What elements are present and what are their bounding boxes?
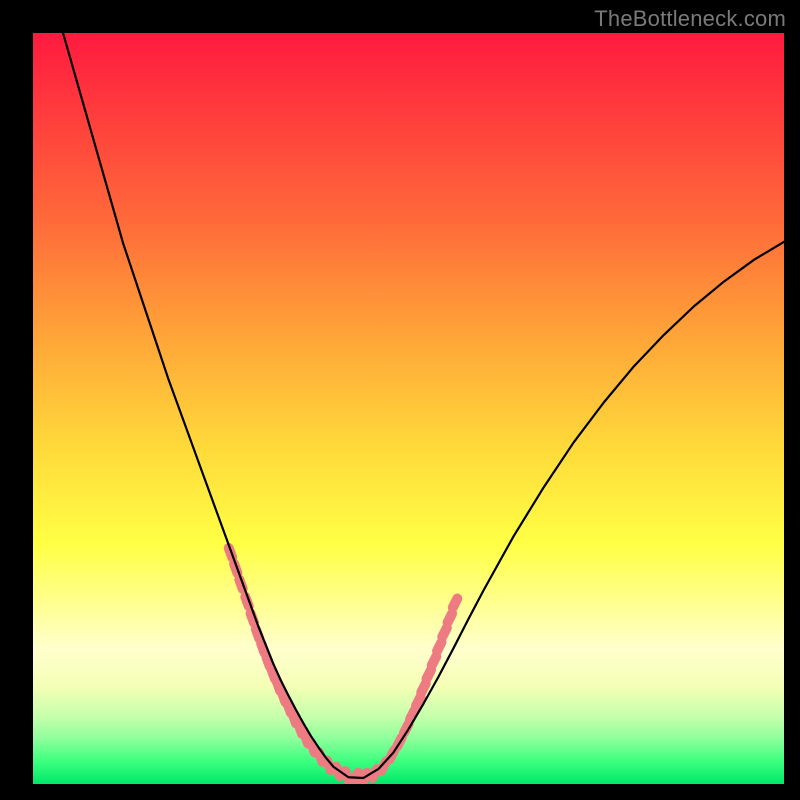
chart-svg bbox=[33, 33, 784, 784]
bottleneck-curve bbox=[63, 33, 784, 778]
plot-area bbox=[33, 33, 784, 784]
watermark-text: TheBottleneck.com bbox=[594, 6, 786, 32]
marker-layer bbox=[222, 542, 464, 784]
chart-frame: TheBottleneck.com bbox=[0, 0, 800, 800]
